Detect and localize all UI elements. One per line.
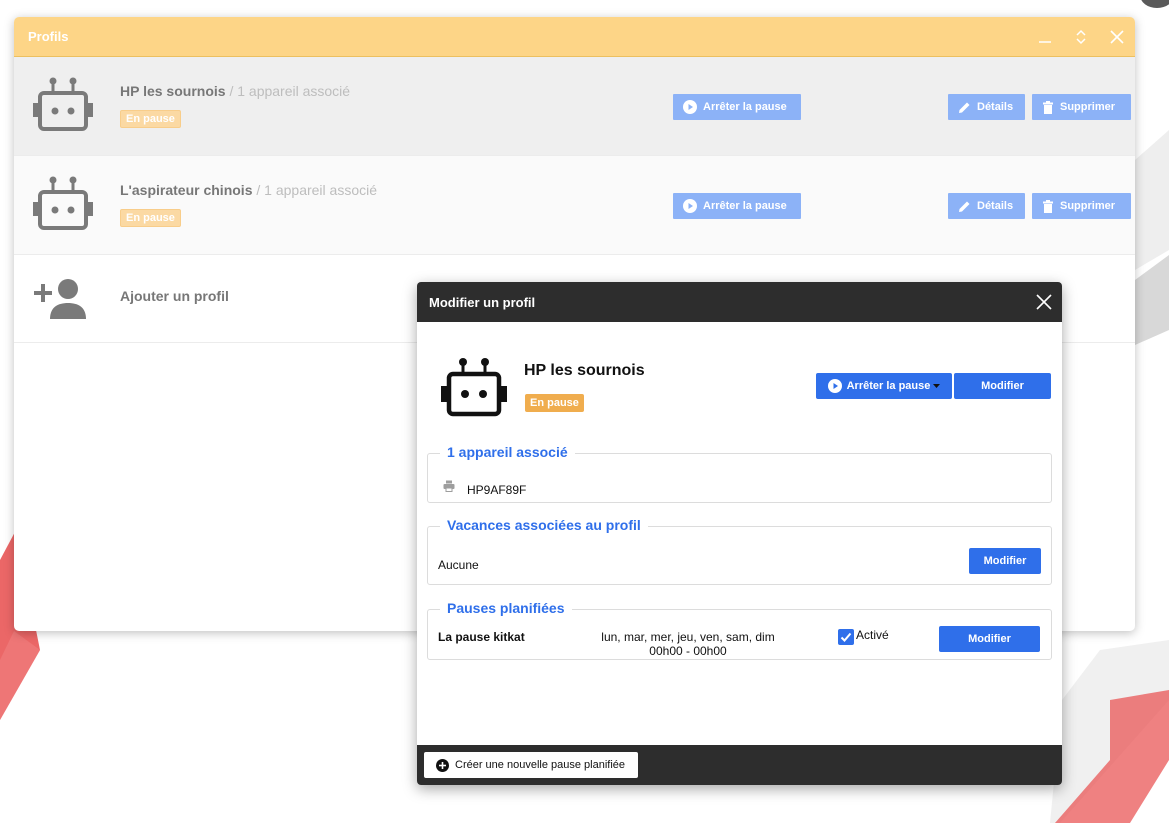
delete-label: Supprimer xyxy=(1060,200,1116,212)
create-scheduled-pause-label: Créer une nouvelle pause planifiée xyxy=(455,759,626,771)
edit-profile-modal: Modifier un profil HP les sournois En pa… xyxy=(417,282,1062,785)
modify-profile-button[interactable]: Modifier xyxy=(954,373,1051,399)
play-circle-icon xyxy=(827,379,842,393)
vacations-legend: Vacances associées au profil xyxy=(440,517,648,533)
add-profile-label: Ajouter un profil xyxy=(120,288,229,304)
delete-button[interactable]: Supprimer xyxy=(1032,94,1131,120)
pause-hours: 00h00 - 00h00 xyxy=(649,644,727,658)
close-icon[interactable] xyxy=(1034,292,1054,312)
modify-pause-button[interactable]: Modifier xyxy=(939,626,1040,652)
profile-device-count: / 1 appareil associé xyxy=(256,182,378,198)
scheduled-pauses-legend: Pauses planifiées xyxy=(440,600,572,616)
profile-device-count: / 1 appareil associé xyxy=(229,83,351,99)
minimize-icon[interactable] xyxy=(1027,17,1063,57)
stop-pause-dropdown-button[interactable]: Arrêter la pause xyxy=(816,373,952,399)
device-name: HP9AF89F xyxy=(467,483,527,497)
robot-icon xyxy=(33,176,93,230)
checkbox-checked-icon xyxy=(838,629,854,645)
pencil-icon xyxy=(958,200,971,213)
play-circle-icon xyxy=(683,100,697,114)
close-icon[interactable] xyxy=(1099,17,1135,57)
status-badge: En pause xyxy=(120,110,181,128)
stop-pause-label: Arrêter la pause xyxy=(846,380,931,392)
modal-header: Modifier un profil xyxy=(417,282,1062,322)
active-checkbox[interactable]: Activé xyxy=(838,628,889,645)
modal-profile-name: HP les sournois xyxy=(524,362,645,379)
stop-pause-button[interactable]: Arrêter la pause xyxy=(673,193,801,219)
robot-icon xyxy=(441,358,507,417)
add-user-icon xyxy=(34,279,86,319)
details-label: Détails xyxy=(977,200,1014,212)
robot-icon xyxy=(33,77,93,131)
window-controls xyxy=(1027,17,1135,57)
modal-footer: Créer une nouvelle pause planifiée xyxy=(417,745,1062,785)
details-label: Détails xyxy=(977,101,1014,113)
modify-vacations-button[interactable]: Modifier xyxy=(969,548,1041,574)
trash-icon xyxy=(1042,199,1054,213)
pause-days: lun, mar, mer, jeu, ven, sam, dim xyxy=(601,630,775,644)
stop-pause-label: Arrêter la pause xyxy=(703,200,787,212)
caret-down-icon xyxy=(933,383,941,389)
status-badge: En pause xyxy=(525,394,584,412)
delete-button[interactable]: Supprimer xyxy=(1032,193,1131,219)
scheduled-pauses-section: Pauses planifiées La pause kitkat lun, m… xyxy=(427,600,1052,660)
profile-row[interactable]: HP les sournois / 1 appareil associé En … xyxy=(14,57,1135,156)
profile-name-text: L'aspirateur chinois xyxy=(120,182,253,198)
active-label: Activé xyxy=(856,628,889,642)
printer-icon xyxy=(443,480,455,492)
pause-schedule: lun, mar, mer, jeu, ven, sam, dim 00h00 … xyxy=(578,630,798,658)
vacations-section: Vacances associées au profil Aucune Modi… xyxy=(427,517,1052,585)
profile-name: L'aspirateur chinois / 1 appareil associ… xyxy=(120,182,377,198)
create-scheduled-pause-button[interactable]: Créer une nouvelle pause planifiée xyxy=(424,752,639,778)
play-circle-icon xyxy=(683,199,697,213)
window-title: Profils xyxy=(28,29,69,44)
stop-pause-label: Arrêter la pause xyxy=(703,101,787,113)
stop-pause-button[interactable]: Arrêter la pause xyxy=(673,94,801,120)
add-circle-icon xyxy=(436,758,449,772)
details-button[interactable]: Détails xyxy=(948,94,1025,120)
pencil-icon xyxy=(958,101,971,114)
details-button[interactable]: Détails xyxy=(948,193,1025,219)
expand-icon[interactable] xyxy=(1063,17,1099,57)
profile-name-text: HP les sournois xyxy=(120,83,226,99)
status-badge: En pause xyxy=(120,209,181,227)
devices-section: 1 appareil associé HP9AF89F xyxy=(427,444,1052,503)
trash-icon xyxy=(1042,100,1054,114)
modal-title: Modifier un profil xyxy=(429,294,536,310)
vacations-value: Aucune xyxy=(438,558,479,572)
profile-row[interactable]: L'aspirateur chinois / 1 appareil associ… xyxy=(14,156,1135,255)
delete-label: Supprimer xyxy=(1060,101,1116,113)
window-header: Profils xyxy=(14,17,1135,57)
pause-name: La pause kitkat xyxy=(438,630,525,644)
devices-legend: 1 appareil associé xyxy=(440,444,575,460)
profile-name: HP les sournois / 1 appareil associé xyxy=(120,83,350,99)
